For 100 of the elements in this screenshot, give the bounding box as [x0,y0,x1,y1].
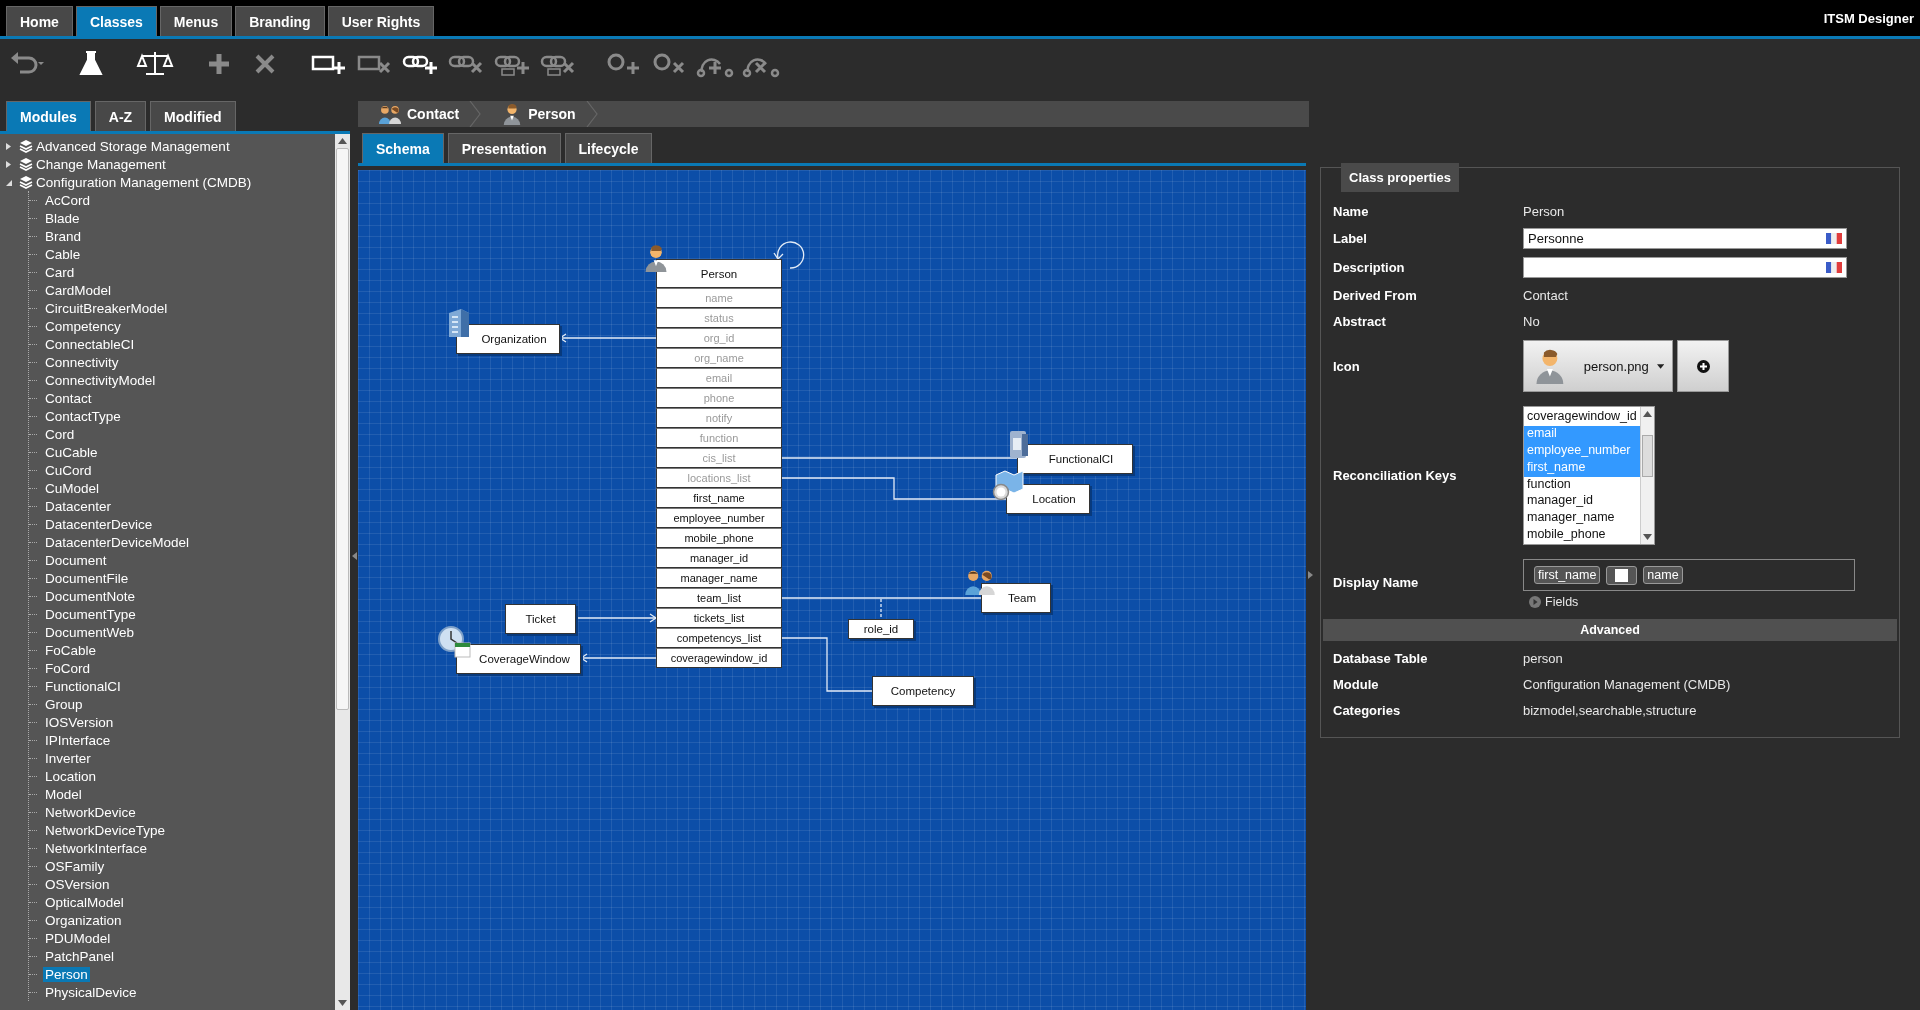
property-label: Derived From [1333,287,1418,303]
tree-item[interactable]: Person [43,966,90,982]
tree-item[interactable]: Advanced Storage Management [36,138,230,154]
class-node[interactable]: FunctionalCI [1017,444,1133,474]
panel-tab[interactable]: A-Z [94,101,147,131]
tree-item[interactable]: Change Management [36,156,166,172]
property-value: bizmodel,searchable,structure [1523,702,1698,718]
tree-item[interactable]: Card [43,264,77,280]
menu-tab[interactable]: Home [6,6,73,36]
menu-tab[interactable]: Classes [75,6,157,36]
class-node[interactable]: Competency [872,676,974,706]
tree-item[interactable]: Cord [43,426,77,442]
property-label: Module [1333,676,1380,692]
tree-item[interactable]: OSVersion [43,876,112,892]
attribute-row[interactable]: employee_number [656,508,782,528]
tree-item[interactable]: CardModel [43,282,114,298]
link-attribute-node[interactable]: role_id [848,619,914,639]
class-title[interactable]: Person [656,259,782,288]
tree-item[interactable]: FoCable [43,642,99,658]
tree-item[interactable]: Configuration Management (CMDB) [36,174,252,190]
property-value: Person [1523,203,1566,219]
tree-item[interactable]: DocumentWeb [43,624,137,640]
tree-item[interactable]: IPInterface [43,732,113,748]
tree-item[interactable]: FunctionalCI [43,678,123,694]
attribute-row[interactable]: team_list [656,588,782,608]
attribute-row[interactable]: manager_name [656,568,782,588]
tree-item[interactable]: Group [43,696,85,712]
tree-item[interactable]: OSFamily [43,858,107,874]
tree-item[interactable]: ConnectivityModel [43,372,158,388]
tree-item[interactable]: CircuitBreakerModel [43,300,170,316]
class-node[interactable]: CoverageWindow [456,644,581,674]
tree-item[interactable]: ConnectableCI [43,336,137,352]
menu-tab[interactable]: User Rights [327,6,435,36]
tree-item[interactable]: Cable [43,246,83,262]
section-header: Advanced [1323,619,1897,641]
tree-item[interactable]: CuCord [43,462,94,478]
attribute-row[interactable]: mobile_phone [656,528,782,548]
class-node[interactable]: Location [1006,484,1090,514]
breadcrumb-item[interactable]: Contact [358,101,470,127]
attribute-row[interactable]: manager_id [656,548,782,568]
tree-item[interactable]: Datacenter [43,498,114,514]
label-field[interactable]: Personne [1523,228,1847,249]
tree-item[interactable]: Contact [43,390,94,406]
view-tab[interactable]: Schema [362,133,444,163]
breadcrumb-item[interactable]: Person [481,101,586,127]
property-label: Categories [1333,702,1402,718]
property-label: Description [1333,260,1406,275]
attribute-row[interactable]: competencys_list [656,628,782,648]
tree-item[interactable]: NetworkDevice [43,804,138,820]
tree-item[interactable]: PatchPanel [43,948,117,964]
field-token[interactable]: first_name [1534,566,1601,584]
reconciliation-keys-list[interactable]: coveragewindow_id email employee_number first_name function manager_id manager_name mobile_phone [1523,406,1655,545]
field-token[interactable]: name [1643,566,1683,584]
tree-item[interactable]: IOSVersion [43,714,116,730]
class-node[interactable]: Organization [456,324,560,354]
tree-item[interactable]: DatacenterDevice [43,516,155,532]
tree-item[interactable]: OpticalModel [43,894,126,910]
tree-item[interactable]: AcCord [43,192,92,208]
property-value: person [1523,650,1564,666]
attribute-row[interactable]: coveragewindow_id [656,648,782,668]
tree-item[interactable]: ContactType [43,408,123,424]
class-node[interactable]: Team [981,583,1051,613]
attribute-row[interactable]: first_name [656,488,782,508]
tree-item[interactable]: PDUModel [43,930,113,946]
tree-item[interactable]: PhysicalDevice [43,984,139,1000]
icon-dropdown[interactable]: person.png [1523,340,1673,392]
tree-item[interactable]: Location [43,768,99,784]
fields-toggle[interactable]: Fields [1523,591,1585,613]
tree-item[interactable]: DocumentType [43,606,138,622]
tree-item[interactable]: CuCable [43,444,100,460]
app-title: ITSM Designer [1823,10,1914,26]
tree-item[interactable]: Inverter [43,750,93,766]
property-label: Display Name [1333,575,1420,590]
tree-item[interactable]: Organization [43,912,124,928]
tree-item[interactable]: Connectivity [43,354,121,370]
view-tab[interactable]: Lifecycle [564,133,653,163]
tree-item[interactable]: DatacenterDeviceModel [43,534,192,550]
tree-item[interactable]: FoCord [43,660,92,676]
tree-item[interactable]: NetworkDeviceType [43,822,168,838]
display-name-field[interactable]: first_name name [1523,559,1855,591]
property-label: Database Table [1333,650,1429,666]
menu-tab[interactable]: Branding [235,6,325,36]
view-tab[interactable]: Presentation [447,133,561,163]
tree-item[interactable]: DocumentNote [43,588,138,604]
tree-item[interactable]: CuModel [43,480,102,496]
property-label: Label [1333,231,1368,246]
class-node[interactable]: Ticket [505,604,576,634]
tree-item[interactable]: Document [43,552,109,568]
property-label: Name [1333,203,1370,219]
tree-item[interactable]: Competency [43,318,123,334]
tree-item[interactable]: DocumentFile [43,570,131,586]
tree-item[interactable]: Model [43,786,84,802]
menu-tab[interactable]: Menus [159,6,233,36]
panel-tab[interactable]: Modified [150,101,236,131]
tree-item[interactable]: Blade [43,210,82,226]
tree-item[interactable]: Brand [43,228,84,244]
panel-tab[interactable]: Modules [6,101,91,131]
tree-item[interactable]: NetworkInterface [43,840,150,856]
attribute-row[interactable]: tickets_list [656,608,782,628]
property-label: Icon [1333,358,1361,374]
